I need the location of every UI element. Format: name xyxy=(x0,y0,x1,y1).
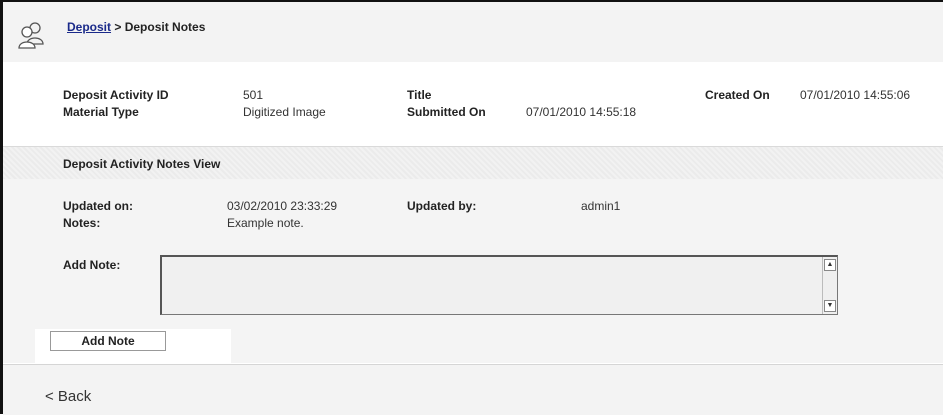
page-footer: < Back xyxy=(3,364,943,415)
add-note-scrollbar[interactable]: ▲ ▼ xyxy=(822,257,837,314)
add-note-button[interactable]: Add Note xyxy=(50,331,166,351)
submitted-on-value: 07/01/2010 14:55:18 xyxy=(526,105,637,119)
deposit-activity-id-value: 501 xyxy=(243,88,264,102)
notes-panel: Updated on: 03/02/2010 23:33:29 Updated … xyxy=(3,179,943,363)
page-header: Deposit > Deposit Notes xyxy=(3,2,943,63)
scroll-up-arrow-icon[interactable]: ▲ xyxy=(824,259,836,271)
deposit-activity-id-label: Deposit Activity ID xyxy=(63,88,169,102)
add-note-textarea[interactable]: ▲ ▼ xyxy=(160,255,838,315)
notes-value: Example note. xyxy=(227,216,304,230)
created-on-value: 07/01/2010 14:55:06 xyxy=(800,88,911,102)
breadcrumb-deposit-link[interactable]: Deposit xyxy=(67,20,111,34)
breadcrumb-current: Deposit Notes xyxy=(124,20,206,34)
notes-view-title: Deposit Activity Notes View xyxy=(63,157,221,171)
updated-by-value: admin1 xyxy=(581,199,621,213)
scroll-down-arrow-icon[interactable]: ▼ xyxy=(824,300,836,312)
breadcrumb: Deposit > Deposit Notes xyxy=(67,20,205,34)
material-type-label: Material Type xyxy=(63,105,139,119)
submitted-on-label: Submitted On xyxy=(407,105,486,119)
updated-by-label: Updated by: xyxy=(407,199,477,213)
back-link[interactable]: < Back xyxy=(45,388,91,405)
notes-view-section-header: Deposit Activity Notes View xyxy=(3,146,943,180)
notes-label: Notes: xyxy=(63,216,101,230)
updated-on-label: Updated on: xyxy=(63,199,133,213)
material-type-value: Digitized Image xyxy=(243,105,326,119)
breadcrumb-separator: > xyxy=(111,20,125,34)
add-note-label: Add Note: xyxy=(63,258,121,272)
title-label: Title xyxy=(407,88,432,102)
created-on-label: Created On xyxy=(705,88,770,102)
updated-on-value: 03/02/2010 23:33:29 xyxy=(227,199,338,213)
users-icon xyxy=(18,22,44,49)
deposit-activity-summary: Deposit Activity ID 501 Material Type Di… xyxy=(3,62,943,146)
